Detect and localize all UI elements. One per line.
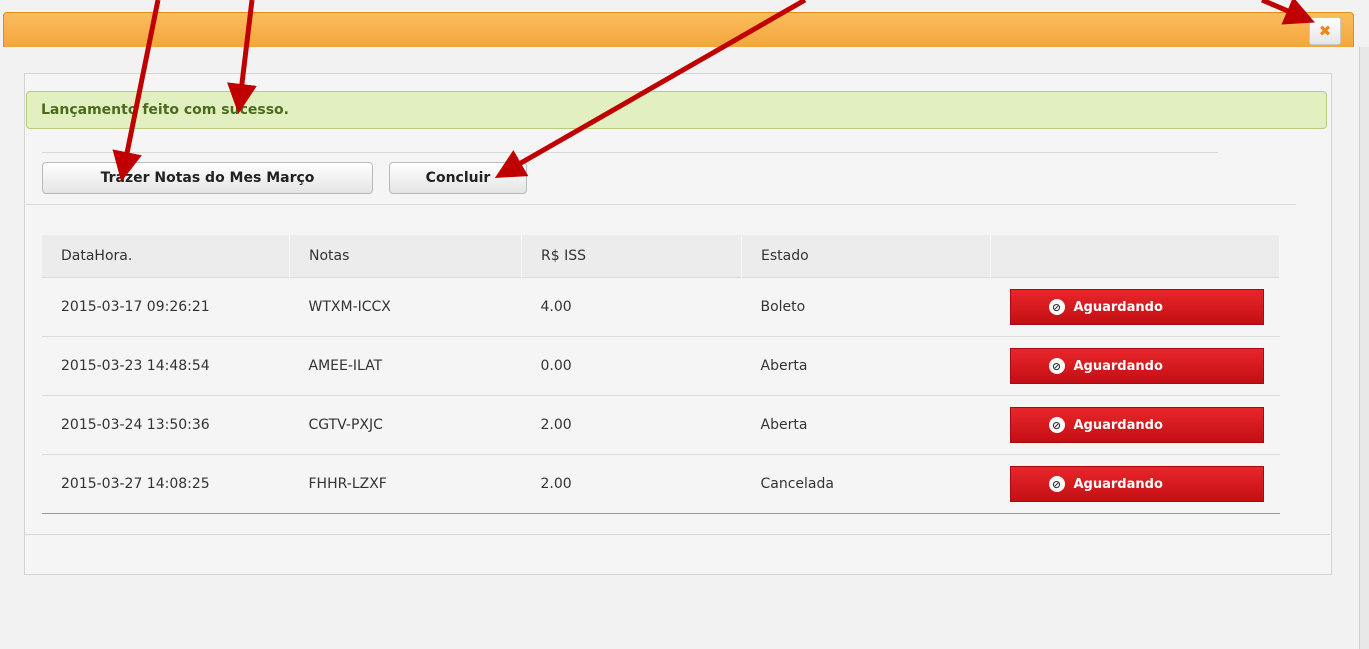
- aguardando-label: Aguardando: [1073, 299, 1163, 315]
- table-row: 2015-03-23 14:48:54 AMEE-ILAT 0.00 Abert…: [42, 336, 1280, 396]
- ban-icon: ⊘: [1048, 417, 1065, 433]
- aguardando-label: Aguardando: [1073, 358, 1163, 374]
- cell-nota: CGTV-PXJC: [289, 395, 522, 455]
- trazer-notas-button[interactable]: Trazer Notas do Mes Março: [42, 162, 373, 194]
- table-row: 2015-03-17 09:26:21 WTXM-ICCX 4.00 Bolet…: [42, 277, 1280, 337]
- col-header-acao: [990, 235, 1280, 278]
- table-header-row: DataHora. Notas R$ ISS Estado: [42, 235, 1280, 278]
- success-alert: Lançamento feito com sucesso.: [26, 91, 1327, 129]
- cell-acao: ⊘ Aguardando: [990, 336, 1280, 396]
- cell-datahora: 2015-03-24 13:50:36: [42, 395, 290, 455]
- aguardando-button[interactable]: ⊘ Aguardando: [1009, 348, 1264, 384]
- aguardando-button[interactable]: ⊘ Aguardando: [1009, 466, 1264, 502]
- close-icon: ✖: [1318, 22, 1332, 40]
- cell-nota: FHHR-LZXF: [289, 454, 522, 514]
- cell-nota: WTXM-ICCX: [289, 277, 522, 337]
- cell-acao: ⊘ Aguardando: [990, 454, 1280, 514]
- cell-iss: 0.00: [521, 336, 742, 396]
- cell-iss: 2.00: [521, 454, 742, 514]
- divider: [24, 534, 1330, 535]
- col-header-notas: Notas: [289, 235, 522, 278]
- cell-datahora: 2015-03-17 09:26:21: [42, 277, 290, 337]
- col-header-estado: Estado: [741, 235, 991, 278]
- ban-icon: ⊘: [1048, 476, 1065, 492]
- divider: [42, 152, 1218, 153]
- cell-datahora: 2015-03-23 14:48:54: [42, 336, 290, 396]
- dialog-titlebar: [3, 12, 1354, 48]
- ban-icon: ⊘: [1048, 299, 1065, 315]
- close-button[interactable]: ✖: [1309, 17, 1341, 45]
- cell-acao: ⊘ Aguardando: [990, 395, 1280, 455]
- scrollbar[interactable]: [1359, 47, 1369, 649]
- alert-message: Lançamento feito com sucesso.: [41, 102, 289, 118]
- cell-acao: ⊘ Aguardando: [990, 277, 1280, 337]
- table-row: 2015-03-27 14:08:25 FHHR-LZXF 2.00 Cance…: [42, 454, 1280, 514]
- ban-icon: ⊘: [1048, 358, 1065, 374]
- col-header-iss: R$ ISS: [521, 235, 742, 278]
- aguardando-label: Aguardando: [1073, 476, 1163, 492]
- aguardando-button[interactable]: ⊘ Aguardando: [1009, 289, 1264, 325]
- table-row: 2015-03-24 13:50:36 CGTV-PXJC 2.00 Abert…: [42, 395, 1280, 455]
- cell-estado: Aberta: [741, 395, 991, 455]
- cell-iss: 2.00: [521, 395, 742, 455]
- cell-estado: Boleto: [741, 277, 991, 337]
- col-header-datahora: DataHora.: [42, 235, 290, 278]
- notas-table: DataHora. Notas R$ ISS Estado 2015-03-17…: [42, 235, 1280, 514]
- cell-nota: AMEE-ILAT: [289, 336, 522, 396]
- divider: [26, 204, 1296, 205]
- concluir-button[interactable]: Concluir: [389, 162, 527, 194]
- cell-estado: Cancelada: [741, 454, 991, 514]
- cell-iss: 4.00: [521, 277, 742, 337]
- cell-datahora: 2015-03-27 14:08:25: [42, 454, 290, 514]
- cell-estado: Aberta: [741, 336, 991, 396]
- aguardando-label: Aguardando: [1073, 417, 1163, 433]
- aguardando-button[interactable]: ⊘ Aguardando: [1009, 407, 1264, 443]
